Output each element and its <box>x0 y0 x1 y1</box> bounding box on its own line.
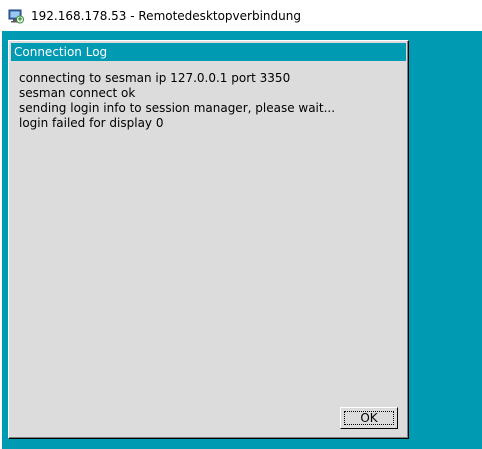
remote-desktop-titlebar[interactable]: 192.168.178.53 - Remotedesktopverbindung <box>0 0 482 31</box>
window-title: 192.168.178.53 - Remotedesktopverbindung <box>31 8 301 23</box>
ok-button-label: OK <box>360 411 378 425</box>
screen: 192.168.178.53 - Remotedesktopverbindung… <box>0 0 482 449</box>
log-line: connecting to sesman ip 127.0.0.1 port 3… <box>19 71 291 85</box>
window-border <box>0 31 2 449</box>
log-line: sending login info to session manager, p… <box>19 101 336 115</box>
connection-log-dialog: Connection Log connecting to sesman ip 1… <box>8 40 409 439</box>
log-line: login failed for display 0 <box>19 116 164 130</box>
dialog-title: Connection Log <box>14 45 108 59</box>
remote-desktop-icon <box>8 8 24 24</box>
ok-button-focus: OK <box>344 411 394 425</box>
ok-button[interactable]: OK <box>340 407 398 429</box>
log-line: sesman connect ok <box>19 86 136 100</box>
dialog-titlebar[interactable]: Connection Log <box>11 43 406 61</box>
connection-log: connecting to sesman ip 127.0.0.1 port 3… <box>19 71 399 131</box>
